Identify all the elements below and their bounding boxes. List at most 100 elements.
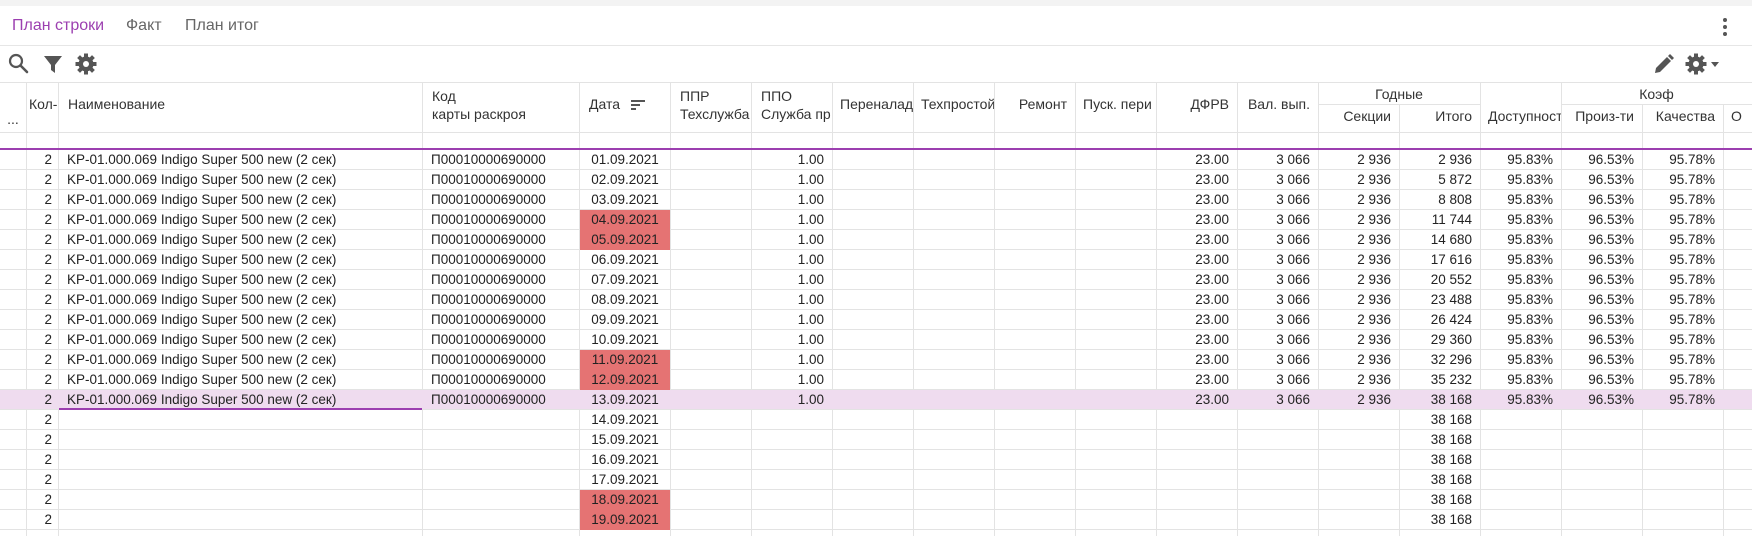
cell-date[interactable]: 12.09.2021 <box>580 370 670 390</box>
column-header-valvyp[interactable]: Вал. вып. <box>1237 95 1318 113</box>
cell-date[interactable]: 19.09.2021 <box>580 510 670 530</box>
cell-date[interactable]: 16.09.2021 <box>580 450 670 470</box>
column-header-dfrv[interactable]: ДФРВ <box>1156 95 1237 113</box>
cell-date[interactable]: 06.09.2021 <box>580 250 670 270</box>
cell-date[interactable]: 07.09.2021 <box>580 270 670 290</box>
cell-name[interactable]: KP-01.000.069 Indigo Super 500 new (2 се… <box>59 390 422 410</box>
cell-kod[interactable]: П00010000690000 <box>423 350 579 370</box>
cell-o <box>1724 470 1752 490</box>
cell-kod[interactable] <box>423 470 579 490</box>
cell-dfrv: 23.00 <box>1195 312 1229 327</box>
cell-dostup: 95.83% <box>1507 312 1553 327</box>
cell-date[interactable]: 14.09.2021 <box>580 410 670 430</box>
cell-date[interactable]: 05.09.2021 <box>580 230 670 250</box>
cell-kod[interactable]: П00010000690000 <box>423 390 579 410</box>
cell-ppo: 1.00 <box>797 152 824 167</box>
cell-name[interactable]: KP-01.000.069 Indigo Super 500 new (2 се… <box>59 350 422 370</box>
cell-proiz <box>1562 410 1642 430</box>
cell-kach <box>1643 510 1723 530</box>
gear-icon[interactable] <box>74 52 98 76</box>
pencil-icon[interactable] <box>1652 52 1676 76</box>
column-header-kod[interactable]: Код карты раскроя <box>422 87 579 123</box>
cell-kod[interactable]: П00010000690000 <box>423 190 579 210</box>
column-header-ppr[interactable]: ППР Техслужба <box>670 87 751 123</box>
cell-date[interactable]: 03.09.2021 <box>580 190 670 210</box>
tab-plan-itog[interactable]: План итог <box>185 17 259 35</box>
cell-kod[interactable] <box>423 510 579 530</box>
cell-date[interactable]: 10.09.2021 <box>580 330 670 350</box>
column-header-proiz[interactable]: Произ-ти <box>1561 107 1642 125</box>
cell-name[interactable] <box>59 450 422 470</box>
cell-name[interactable]: KP-01.000.069 Indigo Super 500 new (2 се… <box>59 150 422 170</box>
column-header-itogo[interactable]: Итого <box>1399 107 1480 125</box>
cell-name[interactable] <box>59 470 422 490</box>
cell-name[interactable] <box>59 490 422 510</box>
column-header-perenalad[interactable]: Переналад <box>832 95 913 113</box>
cell-kod[interactable]: П00010000690000 <box>423 270 579 290</box>
cell-date[interactable]: 04.09.2021 <box>580 210 670 230</box>
cell-kod[interactable] <box>423 410 579 430</box>
cell-kod[interactable] <box>423 490 579 510</box>
cell-ppr <box>671 290 751 310</box>
cell-date[interactable]: 09.09.2021 <box>580 310 670 330</box>
cell-name[interactable]: KP-01.000.069 Indigo Super 500 new (2 се… <box>59 170 422 190</box>
cell-name[interactable]: KP-01.000.069 Indigo Super 500 new (2 се… <box>59 310 422 330</box>
group-header-divider <box>1318 104 1480 105</box>
cell-sekcii: 2 936 <box>1357 312 1391 327</box>
column-header-pusk[interactable]: Пуск. пери <box>1075 95 1156 113</box>
column-header-kach[interactable]: Качества <box>1642 107 1723 125</box>
cell-name[interactable] <box>59 510 422 530</box>
cell-date[interactable]: 11.09.2021 <box>580 350 670 370</box>
sort-lines-icon[interactable] <box>630 98 646 112</box>
column-header-tehprostoi[interactable]: Техпростой <box>913 95 994 113</box>
more-menu-icon[interactable] <box>1718 16 1732 38</box>
cell-name[interactable]: KP-01.000.069 Indigo Super 500 new (2 се… <box>59 290 422 310</box>
tab-plan-stroki[interactable]: План строки <box>12 17 104 35</box>
filter-icon[interactable] <box>42 52 64 76</box>
column-header-dostup[interactable]: Доступност <box>1480 107 1561 125</box>
cell-kod[interactable]: П00010000690000 <box>423 210 579 230</box>
cell-date[interactable]: 18.09.2021 <box>580 490 670 510</box>
cell-kod[interactable]: П00010000690000 <box>423 310 579 330</box>
cell-date[interactable]: 02.09.2021 <box>580 170 670 190</box>
cell-o <box>1724 270 1752 290</box>
cell-name[interactable]: KP-01.000.069 Indigo Super 500 new (2 се… <box>59 190 422 210</box>
cell-kod[interactable]: П00010000690000 <box>423 170 579 190</box>
column-header-o[interactable]: О <box>1723 107 1752 125</box>
tab-fakt[interactable]: Факт <box>126 17 162 35</box>
cell-name[interactable]: KP-01.000.069 Indigo Super 500 new (2 се… <box>59 270 422 290</box>
cell-name[interactable]: KP-01.000.069 Indigo Super 500 new (2 се… <box>59 210 422 230</box>
cell-kod[interactable]: П00010000690000 <box>423 290 579 310</box>
column-header-name[interactable]: Наименование <box>58 95 422 113</box>
cell-kach <box>1643 430 1723 450</box>
column-header-ppo[interactable]: ППО Служба пр <box>751 87 832 123</box>
cell-date[interactable]: 15.09.2021 <box>580 430 670 450</box>
column-header-remont[interactable]: Ремонт <box>994 95 1075 113</box>
gear-dropdown-icon[interactable] <box>1684 52 1724 76</box>
column-header-kol[interactable]: Кол- <box>26 95 58 113</box>
cell-kod[interactable]: П00010000690000 <box>423 250 579 270</box>
cell-kod[interactable] <box>423 430 579 450</box>
column-header-date[interactable]: Дата <box>579 95 670 113</box>
cell-sekcii: 2 936 <box>1357 332 1391 347</box>
column-header-rownum[interactable]: ... <box>0 110 26 128</box>
cell-date[interactable]: 13.09.2021 <box>580 390 670 410</box>
cell-name[interactable] <box>59 410 422 430</box>
cell-name[interactable]: KP-01.000.069 Indigo Super 500 new (2 се… <box>59 370 422 390</box>
cell-date[interactable]: 08.09.2021 <box>580 290 670 310</box>
cell-date[interactable]: 17.09.2021 <box>580 470 670 490</box>
search-icon[interactable] <box>8 52 30 76</box>
cell-date[interactable]: 01.09.2021 <box>580 150 670 170</box>
cell-name[interactable]: KP-01.000.069 Indigo Super 500 new (2 се… <box>59 230 422 250</box>
cell-pusk <box>1076 290 1156 310</box>
cell-name[interactable] <box>59 430 422 450</box>
column-header-sekcii[interactable]: Секции <box>1318 107 1399 125</box>
cell-kod[interactable]: П00010000690000 <box>423 230 579 250</box>
cell-kod[interactable]: П00010000690000 <box>423 330 579 350</box>
cell-kod[interactable] <box>423 450 579 470</box>
cell-kod[interactable]: П00010000690000 <box>423 370 579 390</box>
cell-name[interactable]: KP-01.000.069 Indigo Super 500 new (2 се… <box>59 250 422 270</box>
cell-name[interactable]: KP-01.000.069 Indigo Super 500 new (2 се… <box>59 330 422 350</box>
cell-kod[interactable]: П00010000690000 <box>423 150 579 170</box>
cell-ppr <box>671 430 751 450</box>
